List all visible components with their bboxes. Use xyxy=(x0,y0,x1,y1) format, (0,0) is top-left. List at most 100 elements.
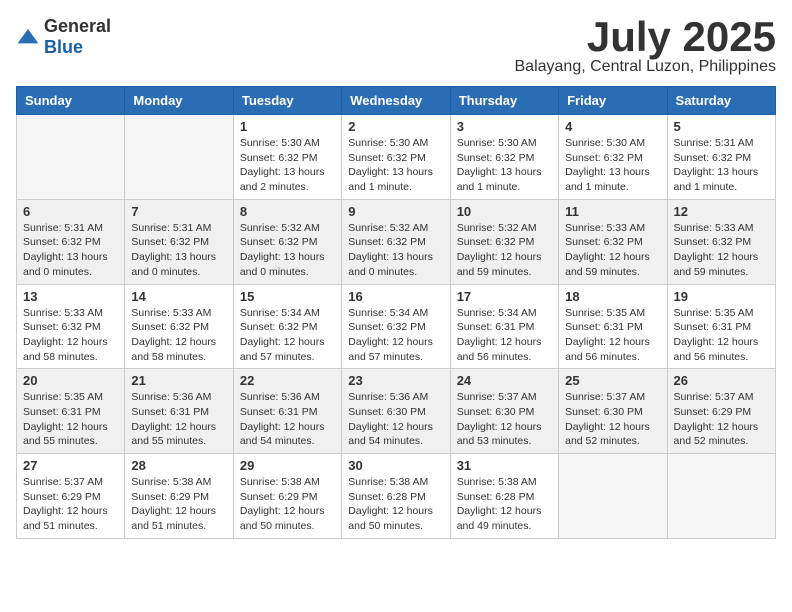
calendar-header-row: SundayMondayTuesdayWednesdayThursdayFrid… xyxy=(17,87,776,115)
calendar-cell: 15 Sunrise: 5:34 AM Sunset: 6:32 PM Dayli… xyxy=(233,284,341,369)
title-area: July 2025 Balayang, Central Luzon, Phili… xyxy=(515,16,777,76)
calendar-cell: 10 Sunrise: 5:32 AM Sunset: 6:32 PM Dayli… xyxy=(450,199,558,284)
calendar-cell: 1 Sunrise: 5:30 AM Sunset: 6:32 PM Daylig… xyxy=(233,115,341,200)
calendar-cell: 7 Sunrise: 5:31 AM Sunset: 6:32 PM Daylig… xyxy=(125,199,233,284)
day-info: Sunrise: 5:37 AM Sunset: 6:29 PM Dayligh… xyxy=(674,390,769,449)
day-number: 4 xyxy=(565,119,660,134)
weekday-header-monday: Monday xyxy=(125,87,233,115)
calendar-week-row: 13 Sunrise: 5:33 AM Sunset: 6:32 PM Dayli… xyxy=(17,284,776,369)
calendar-cell: 8Sunrise: 5:32 AM Sunset: 6:32 PM Daylig… xyxy=(233,199,341,284)
logo: General Blue xyxy=(16,16,111,58)
calendar-cell: 21Sunrise: 5:36 AM Sunset: 6:31 PM Dayli… xyxy=(125,369,233,454)
calendar-cell: 20Sunrise: 5:35 AM Sunset: 6:31 PM Dayli… xyxy=(17,369,125,454)
day-number: 11 xyxy=(565,204,660,219)
day-info: Sunrise: 5:30 AM Sunset: 6:32 PM Dayligh… xyxy=(565,136,660,195)
calendar-cell: 23Sunrise: 5:36 AM Sunset: 6:30 PM Dayli… xyxy=(342,369,450,454)
day-number: 9 xyxy=(348,204,443,219)
day-number: 2 xyxy=(348,119,443,134)
calendar-cell xyxy=(125,115,233,200)
day-number: 27 xyxy=(23,458,118,473)
day-number: 29 xyxy=(240,458,335,473)
day-info: Sunrise: 5:33 AM Sunset: 6:32 PM Dayligh… xyxy=(565,221,660,280)
calendar-cell: 27 Sunrise: 5:37 AM Sunset: 6:29 PM Dayli… xyxy=(17,454,125,539)
day-number: 12 xyxy=(674,204,769,219)
day-number: 13 xyxy=(23,289,118,304)
day-info: Sunrise: 5:36 AM Sunset: 6:30 PM Dayligh… xyxy=(348,390,443,449)
calendar-cell: 22Sunrise: 5:36 AM Sunset: 6:31 PM Dayli… xyxy=(233,369,341,454)
day-info: Sunrise: 5:38 AM Sunset: 6:28 PM Dayligh… xyxy=(348,475,443,534)
calendar-cell: 12Sunrise: 5:33 AM Sunset: 6:32 PM Dayli… xyxy=(667,199,775,284)
calendar-cell: 30 Sunrise: 5:38 AM Sunset: 6:28 PM Dayli… xyxy=(342,454,450,539)
calendar-cell: 4 Sunrise: 5:30 AM Sunset: 6:32 PM Daylig… xyxy=(559,115,667,200)
day-number: 21 xyxy=(131,373,226,388)
day-info: Sunrise: 5:38 AM Sunset: 6:28 PM Dayligh… xyxy=(457,475,552,534)
weekday-header-friday: Friday xyxy=(559,87,667,115)
day-info: Sunrise: 5:33 AM Sunset: 6:32 PM Dayligh… xyxy=(23,306,118,365)
day-info: Sunrise: 5:37 AM Sunset: 6:30 PM Dayligh… xyxy=(565,390,660,449)
day-number: 30 xyxy=(348,458,443,473)
day-number: 19 xyxy=(674,289,769,304)
day-info: Sunrise: 5:33 AM Sunset: 6:32 PM Dayligh… xyxy=(131,306,226,365)
page-header: General Blue July 2025 Balayang, Central… xyxy=(16,16,776,76)
calendar-cell xyxy=(667,454,775,539)
logo-general: General xyxy=(44,16,111,36)
day-number: 14 xyxy=(131,289,226,304)
day-info: Sunrise: 5:32 AM Sunset: 6:32 PM Dayligh… xyxy=(348,221,443,280)
location-title: Balayang, Central Luzon, Philippines xyxy=(515,58,777,76)
day-number: 5 xyxy=(674,119,769,134)
weekday-header-tuesday: Tuesday xyxy=(233,87,341,115)
day-info: Sunrise: 5:37 AM Sunset: 6:29 PM Dayligh… xyxy=(23,475,118,534)
logo-text: General Blue xyxy=(44,16,111,58)
day-info: Sunrise: 5:34 AM Sunset: 6:31 PM Dayligh… xyxy=(457,306,552,365)
day-number: 18 xyxy=(565,289,660,304)
weekday-header-thursday: Thursday xyxy=(450,87,558,115)
calendar-cell: 24 Sunrise: 5:37 AM Sunset: 6:30 PM Dayli… xyxy=(450,369,558,454)
day-info: Sunrise: 5:31 AM Sunset: 6:32 PM Dayligh… xyxy=(131,221,226,280)
day-info: Sunrise: 5:30 AM Sunset: 6:32 PM Dayligh… xyxy=(240,136,335,195)
day-number: 10 xyxy=(457,204,552,219)
day-info: Sunrise: 5:31 AM Sunset: 6:32 PM Dayligh… xyxy=(23,221,118,280)
day-number: 25 xyxy=(565,373,660,388)
day-info: Sunrise: 5:30 AM Sunset: 6:32 PM Dayligh… xyxy=(457,136,552,195)
day-number: 7 xyxy=(131,204,226,219)
calendar-cell: 28Sunrise: 5:38 AM Sunset: 6:29 PM Dayli… xyxy=(125,454,233,539)
calendar-cell: 11 Sunrise: 5:33 AM Sunset: 6:32 PM Dayli… xyxy=(559,199,667,284)
calendar-week-row: 27 Sunrise: 5:37 AM Sunset: 6:29 PM Dayli… xyxy=(17,454,776,539)
day-info: Sunrise: 5:34 AM Sunset: 6:32 PM Dayligh… xyxy=(240,306,335,365)
day-info: Sunrise: 5:38 AM Sunset: 6:29 PM Dayligh… xyxy=(131,475,226,534)
day-info: Sunrise: 5:30 AM Sunset: 6:32 PM Dayligh… xyxy=(348,136,443,195)
day-number: 16 xyxy=(348,289,443,304)
logo-blue: Blue xyxy=(44,37,83,57)
calendar-cell xyxy=(17,115,125,200)
day-number: 26 xyxy=(674,373,769,388)
calendar-cell: 18Sunrise: 5:35 AM Sunset: 6:31 PM Dayli… xyxy=(559,284,667,369)
day-number: 20 xyxy=(23,373,118,388)
calendar-cell: 3Sunrise: 5:30 AM Sunset: 6:32 PM Daylig… xyxy=(450,115,558,200)
day-info: Sunrise: 5:36 AM Sunset: 6:31 PM Dayligh… xyxy=(240,390,335,449)
day-info: Sunrise: 5:32 AM Sunset: 6:32 PM Dayligh… xyxy=(457,221,552,280)
calendar-week-row: 20Sunrise: 5:35 AM Sunset: 6:31 PM Dayli… xyxy=(17,369,776,454)
day-number: 15 xyxy=(240,289,335,304)
calendar-cell: 13 Sunrise: 5:33 AM Sunset: 6:32 PM Dayli… xyxy=(17,284,125,369)
calendar-cell: 31 Sunrise: 5:38 AM Sunset: 6:28 PM Dayli… xyxy=(450,454,558,539)
day-number: 31 xyxy=(457,458,552,473)
month-title: July 2025 xyxy=(515,16,777,58)
day-info: Sunrise: 5:37 AM Sunset: 6:30 PM Dayligh… xyxy=(457,390,552,449)
calendar-cell: 26 Sunrise: 5:37 AM Sunset: 6:29 PM Dayli… xyxy=(667,369,775,454)
calendar-cell: 2 Sunrise: 5:30 AM Sunset: 6:32 PM Daylig… xyxy=(342,115,450,200)
calendar-cell: 5Sunrise: 5:31 AM Sunset: 6:32 PM Daylig… xyxy=(667,115,775,200)
day-number: 1 xyxy=(240,119,335,134)
calendar-cell: 17Sunrise: 5:34 AM Sunset: 6:31 PM Dayli… xyxy=(450,284,558,369)
weekday-header-sunday: Sunday xyxy=(17,87,125,115)
weekday-header-saturday: Saturday xyxy=(667,87,775,115)
logo-icon xyxy=(16,27,40,47)
day-number: 24 xyxy=(457,373,552,388)
calendar-cell: 25 Sunrise: 5:37 AM Sunset: 6:30 PM Dayli… xyxy=(559,369,667,454)
day-info: Sunrise: 5:35 AM Sunset: 6:31 PM Dayligh… xyxy=(674,306,769,365)
day-info: Sunrise: 5:32 AM Sunset: 6:32 PM Dayligh… xyxy=(240,221,335,280)
calendar-cell: 9 Sunrise: 5:32 AM Sunset: 6:32 PM Daylig… xyxy=(342,199,450,284)
calendar-cell: 29 Sunrise: 5:38 AM Sunset: 6:29 PM Dayli… xyxy=(233,454,341,539)
day-info: Sunrise: 5:38 AM Sunset: 6:29 PM Dayligh… xyxy=(240,475,335,534)
calendar-cell: 19 Sunrise: 5:35 AM Sunset: 6:31 PM Dayli… xyxy=(667,284,775,369)
calendar-cell: 14 Sunrise: 5:33 AM Sunset: 6:32 PM Dayli… xyxy=(125,284,233,369)
